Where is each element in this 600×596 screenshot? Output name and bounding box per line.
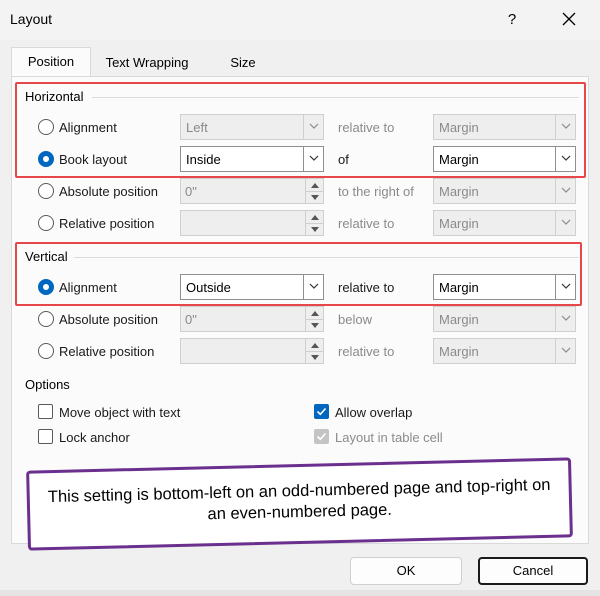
v-absolute-target-select[interactable]: Margin xyxy=(433,306,576,332)
allow-overlap-label: Allow overlap xyxy=(335,405,413,420)
window-title: Layout xyxy=(10,11,53,27)
h-absolute-spinner[interactable]: 0" xyxy=(180,178,324,204)
lock-anchor-label: Lock anchor xyxy=(59,430,130,445)
ok-button[interactable]: OK xyxy=(350,557,462,585)
options-heading: Options xyxy=(25,377,70,392)
bottom-edge xyxy=(0,590,600,596)
h-relative-label: Relative position xyxy=(59,216,155,231)
h-absolute-radio[interactable] xyxy=(38,183,54,199)
check-icon xyxy=(316,432,327,441)
chevron-down-icon xyxy=(561,187,570,193)
spin-arrows-icon[interactable] xyxy=(305,339,323,363)
h-absolute-target-select[interactable]: Margin xyxy=(433,178,576,204)
chevron-down-icon xyxy=(561,315,570,321)
v-relative-relation: relative to xyxy=(338,344,395,359)
v-absolute-label: Absolute position xyxy=(59,312,159,327)
v-absolute-relation: below xyxy=(338,312,372,327)
tab-size[interactable]: Size xyxy=(204,48,282,76)
h-relative-relation: relative to xyxy=(338,216,395,231)
tab-position[interactable]: Position xyxy=(11,47,91,77)
check-icon xyxy=(316,407,327,416)
callout-text: This setting is bottom-left on an odd-nu… xyxy=(47,475,551,524)
v-absolute-radio[interactable] xyxy=(38,311,54,327)
close-icon xyxy=(562,12,576,26)
layout-in-cell-label: Layout in table cell xyxy=(335,430,443,445)
cancel-button[interactable]: Cancel xyxy=(478,557,588,585)
chevron-down-icon xyxy=(561,219,570,225)
annotation-callout: This setting is bottom-left on an odd-nu… xyxy=(26,457,573,551)
h-relative-radio[interactable] xyxy=(38,215,54,231)
spin-arrows-icon[interactable] xyxy=(305,179,323,203)
close-button[interactable] xyxy=(554,6,584,34)
v-relative-radio[interactable] xyxy=(38,343,54,359)
v-relative-spinner[interactable] xyxy=(180,338,324,364)
move-with-text-checkbox[interactable] xyxy=(38,404,53,419)
v-relative-target-select[interactable]: Margin xyxy=(433,338,576,364)
tab-text-wrapping[interactable]: Text Wrapping xyxy=(92,48,202,76)
spin-arrows-icon[interactable] xyxy=(305,307,323,331)
horizontal-highlight xyxy=(15,82,586,178)
h-absolute-relation: to the right of xyxy=(338,184,414,199)
vertical-highlight xyxy=(15,242,582,306)
lock-anchor-checkbox[interactable] xyxy=(38,429,53,444)
title-bar: Layout ? xyxy=(0,0,600,40)
move-with-text-label: Move object with text xyxy=(59,405,181,420)
h-relative-spinner[interactable] xyxy=(180,210,324,236)
h-absolute-label: Absolute position xyxy=(59,184,159,199)
v-absolute-spinner[interactable]: 0" xyxy=(180,306,324,332)
layout-in-cell-checkbox[interactable] xyxy=(314,429,329,444)
h-relative-target-select[interactable]: Margin xyxy=(433,210,576,236)
allow-overlap-checkbox[interactable] xyxy=(314,404,329,419)
spin-arrows-icon[interactable] xyxy=(305,211,323,235)
help-button[interactable]: ? xyxy=(497,6,527,34)
v-relative-label: Relative position xyxy=(59,344,155,359)
chevron-down-icon xyxy=(561,347,570,353)
